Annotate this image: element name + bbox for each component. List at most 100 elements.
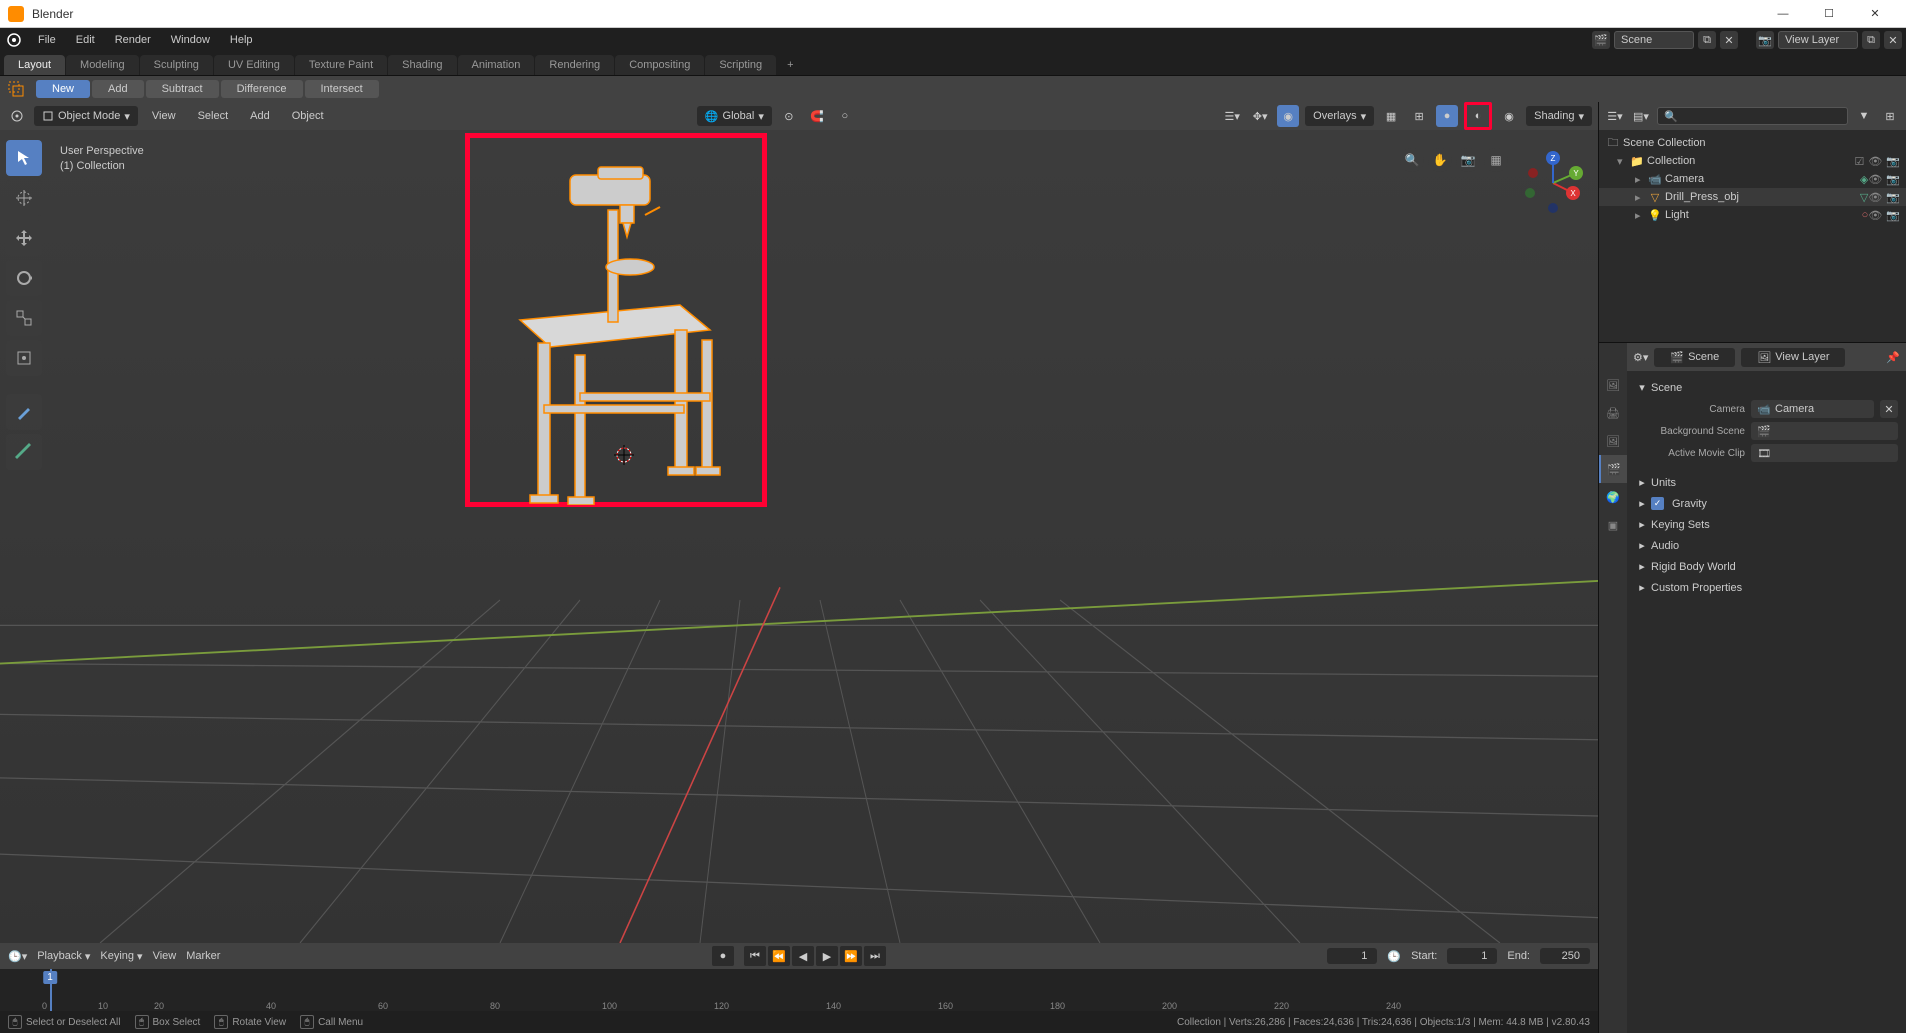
- bool-new-button[interactable]: New: [36, 80, 90, 98]
- prop-tab-object[interactable]: ▣: [1599, 511, 1627, 539]
- camera-clear-button[interactable]: ✕: [1880, 400, 1898, 418]
- shading-dropdown[interactable]: Shading ▾: [1526, 106, 1592, 126]
- xray-icon[interactable]: ▦: [1380, 105, 1402, 127]
- properties-scene-chip[interactable]: 🎬 Scene: [1654, 348, 1735, 367]
- close-button[interactable]: ✕: [1852, 0, 1898, 28]
- eye-icon[interactable]: 👁: [1868, 209, 1882, 222]
- outliner-scene-collection[interactable]: 🗀 Scene Collection: [1599, 134, 1906, 152]
- play-reverse-icon[interactable]: ◀: [792, 946, 814, 966]
- tab-animation[interactable]: Animation: [458, 55, 535, 75]
- shading-wireframe-icon[interactable]: ⊞: [1408, 105, 1430, 127]
- eye-icon[interactable]: 👁: [1868, 191, 1882, 204]
- annotate-tool[interactable]: [6, 394, 42, 430]
- gravity-checkbox[interactable]: ✓: [1651, 497, 1664, 510]
- prop-tab-viewlayer[interactable]: 🖼: [1599, 427, 1627, 455]
- menu-window[interactable]: Window: [161, 28, 220, 52]
- panel-gravity[interactable]: ▸✓Gravity: [1635, 493, 1898, 514]
- keyframe-next-icon[interactable]: ⏩: [840, 946, 862, 966]
- camera-view-icon[interactable]: 📷: [1456, 148, 1480, 172]
- prop-tab-scene[interactable]: 🎬: [1599, 455, 1627, 483]
- eye-icon[interactable]: 👁: [1868, 155, 1882, 168]
- tab-sculpting[interactable]: Sculpting: [140, 55, 213, 75]
- render-icon[interactable]: 📷: [1886, 209, 1900, 222]
- viewlayer-name-field[interactable]: View Layer: [1778, 31, 1858, 49]
- viewport-menu-add[interactable]: Add: [242, 110, 278, 122]
- outliner-editor-icon[interactable]: ☰▾: [1605, 106, 1625, 126]
- blender-icon[interactable]: [4, 30, 24, 50]
- viewport-menu-select[interactable]: Select: [190, 110, 237, 122]
- shading-rendered-icon[interactable]: ◉: [1498, 105, 1520, 127]
- jump-end-icon[interactable]: ⏭: [864, 946, 886, 966]
- shading-solid-icon[interactable]: ●: [1436, 105, 1458, 127]
- menu-file[interactable]: File: [28, 28, 66, 52]
- outliner-filter-icon[interactable]: ▼: [1854, 106, 1874, 126]
- orientation-gizmo[interactable]: X Y Z: [1518, 148, 1588, 218]
- viewport-3d[interactable]: User Perspective (1) Collection: [0, 130, 1598, 943]
- start-frame-field[interactable]: 1: [1447, 948, 1497, 964]
- scene-copy-icon[interactable]: ⧉: [1698, 31, 1716, 49]
- perspective-toggle-icon[interactable]: ▦: [1484, 148, 1508, 172]
- sync-icon[interactable]: 🕒: [1387, 950, 1401, 963]
- tab-texture-paint[interactable]: Texture Paint: [295, 55, 387, 75]
- autokey-icon[interactable]: ●: [712, 946, 734, 966]
- menu-render[interactable]: Render: [105, 28, 161, 52]
- viewlayer-browse-icon[interactable]: 📷: [1756, 31, 1774, 49]
- orientation-dropdown[interactable]: 🌐 Global ▾: [697, 106, 772, 126]
- outliner-new-collection-icon[interactable]: ⊞: [1880, 106, 1900, 126]
- render-icon[interactable]: 📷: [1886, 155, 1900, 168]
- scene-name-field[interactable]: Scene: [1614, 31, 1694, 49]
- overlays-dropdown[interactable]: Overlays ▾: [1305, 106, 1374, 126]
- add-workspace-button[interactable]: +: [777, 55, 803, 75]
- properties-viewlayer-chip[interactable]: 🖼 View Layer: [1741, 348, 1845, 367]
- camera-field[interactable]: 📹Camera: [1751, 400, 1874, 418]
- rotate-tool[interactable]: [6, 260, 42, 296]
- gizmo-toggle-icon[interactable]: ✥▾: [1249, 105, 1271, 127]
- outliner-item-camera[interactable]: ▸ 📹 Camera ◈ 👁📷: [1599, 170, 1906, 188]
- editor-type-icon[interactable]: [6, 105, 28, 127]
- panel-keying-sets[interactable]: ▸Keying Sets: [1635, 514, 1898, 535]
- panel-scene[interactable]: ▾Scene: [1635, 377, 1898, 398]
- tab-rendering[interactable]: Rendering: [535, 55, 614, 75]
- scene-browse-icon[interactable]: 🎬: [1592, 31, 1610, 49]
- eye-icon[interactable]: 👁: [1868, 173, 1882, 186]
- panel-custom-props[interactable]: ▸Custom Properties: [1635, 577, 1898, 598]
- menu-edit[interactable]: Edit: [66, 28, 105, 52]
- maximize-button[interactable]: ☐: [1806, 0, 1852, 28]
- disclosure-icon[interactable]: ▸: [1635, 191, 1647, 204]
- overlays-toggle-icon[interactable]: ◉: [1277, 105, 1299, 127]
- tab-shading[interactable]: Shading: [388, 55, 456, 75]
- proportional-icon[interactable]: ○: [834, 105, 856, 127]
- timeline-marker-menu[interactable]: Marker: [186, 950, 220, 962]
- tab-scripting[interactable]: Scripting: [705, 55, 776, 75]
- transform-tool[interactable]: [6, 340, 42, 376]
- scale-tool[interactable]: [6, 300, 42, 336]
- timeline-view-menu[interactable]: View: [153, 950, 177, 962]
- tab-layout[interactable]: Layout: [4, 55, 65, 75]
- bg-scene-field[interactable]: 🎬: [1751, 422, 1898, 440]
- timeline-track[interactable]: 1 0 10 20 40 60 80 100 120 140 160 180 2…: [0, 969, 1598, 1011]
- select-tool[interactable]: [6, 140, 42, 176]
- disclosure-icon[interactable]: ▸: [1635, 209, 1647, 222]
- bool-tool-icon[interactable]: [6, 79, 26, 99]
- shading-lookdev-icon[interactable]: ◐: [1467, 105, 1489, 127]
- move-tool[interactable]: [6, 220, 42, 256]
- prop-tab-output[interactable]: 🖨: [1599, 399, 1627, 427]
- end-frame-field[interactable]: 250: [1540, 948, 1590, 964]
- movie-clip-field[interactable]: 🎞: [1751, 444, 1898, 462]
- outliner-item-drill[interactable]: ▸ ▽ Drill_Press_obj ▽ 👁📷: [1599, 188, 1906, 206]
- exclude-icon[interactable]: ☑: [1854, 155, 1864, 168]
- play-icon[interactable]: ▶: [816, 946, 838, 966]
- zoom-icon[interactable]: 🔍: [1400, 148, 1424, 172]
- bool-add-button[interactable]: Add: [92, 80, 144, 98]
- outliner-search[interactable]: 🔍: [1657, 107, 1848, 125]
- measure-tool[interactable]: [6, 434, 42, 470]
- tab-uv-editing[interactable]: UV Editing: [214, 55, 294, 75]
- panel-audio[interactable]: ▸Audio: [1635, 535, 1898, 556]
- pivot-icon[interactable]: ⊙: [778, 105, 800, 127]
- viewport-menu-view[interactable]: View: [144, 110, 184, 122]
- prop-tab-world[interactable]: 🌍: [1599, 483, 1627, 511]
- viewport-menu-object[interactable]: Object: [284, 110, 332, 122]
- outliner-display-mode-icon[interactable]: ▤▾: [1631, 106, 1651, 126]
- outliner-item-light[interactable]: ▸ 💡 Light ○ 👁📷: [1599, 206, 1906, 224]
- outliner-collection[interactable]: ▾ 📁 Collection ☑👁📷: [1599, 152, 1906, 170]
